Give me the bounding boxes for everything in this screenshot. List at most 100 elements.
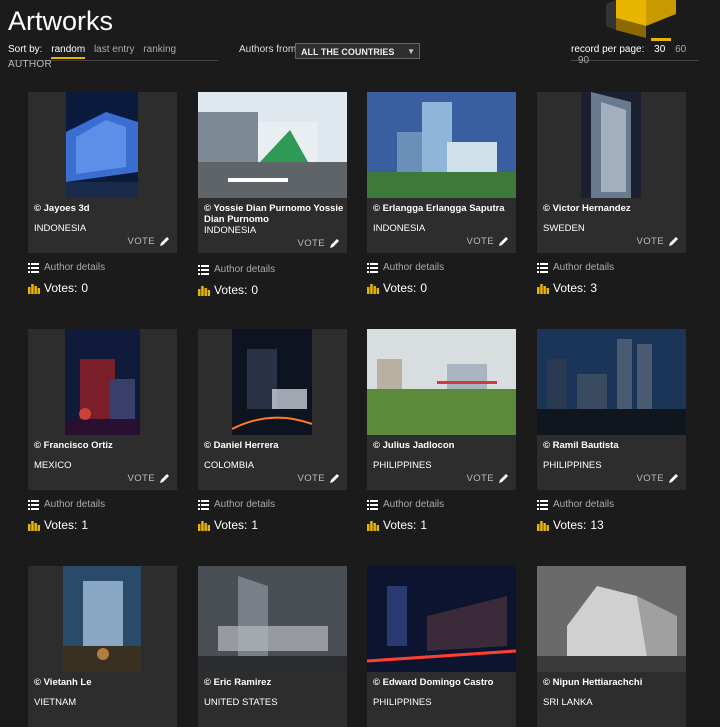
author-details-link[interactable]: Author details (537, 262, 614, 273)
vote-label: VOTE (297, 237, 325, 249)
author-details-link[interactable]: Author details (198, 499, 275, 510)
artwork-country: UNITED STATES (204, 697, 278, 708)
artwork-card: © Nipun Hettiarachchi SRI LANKA (537, 566, 686, 727)
artwork-country: PHILIPPINES (373, 697, 432, 708)
vote-label: VOTE (127, 235, 155, 247)
author-details-link[interactable]: Author details (198, 264, 275, 275)
vote-button[interactable]: VOTE (298, 237, 341, 249)
records-option-30[interactable]: 30 (654, 44, 665, 55)
artwork-card: © Erlangga Erlangga Saputra INDONESIA VO… (367, 92, 516, 295)
list-icon (28, 500, 39, 510)
sort-option-last-entry[interactable]: last entry (94, 44, 135, 55)
votes-count: Votes: 13 (537, 518, 604, 532)
artwork-author[interactable]: © Jayoes 3d (34, 203, 174, 214)
vote-label: VOTE (466, 235, 494, 247)
pencil-icon (330, 239, 339, 248)
list-icon (367, 500, 378, 510)
vote-button[interactable]: VOTE (637, 472, 680, 484)
artwork-card: © Francisco Ortiz MEXICO VOTE Author det… (28, 329, 177, 532)
artwork-country: INDONESIA (34, 223, 87, 234)
bar-chart-icon (28, 283, 40, 294)
artwork-image[interactable] (537, 329, 686, 435)
vote-button[interactable]: VOTE (128, 235, 171, 247)
pencil-icon (160, 474, 169, 483)
artwork-country: INDONESIA (204, 225, 257, 236)
bar-chart-icon (198, 520, 210, 531)
bar-chart-icon (537, 283, 549, 294)
artwork-country: INDONESIA (373, 223, 426, 234)
pencil-icon (330, 474, 339, 483)
artwork-author[interactable]: © Erlangga Erlangga Saputra (373, 203, 513, 214)
votes-prefix: Votes: (383, 281, 417, 295)
artwork-image[interactable] (537, 566, 686, 672)
vote-button[interactable]: VOTE (467, 472, 510, 484)
records-option-90[interactable]: 90 (578, 55, 589, 66)
votes-value: 0 (251, 283, 259, 297)
artwork-author[interactable]: © Vietanh Le (34, 677, 174, 688)
page-title: Artworks (8, 6, 114, 36)
artwork-country: PHILIPPINES (373, 460, 432, 471)
artwork-author[interactable]: © Francisco Ortiz (34, 440, 174, 451)
artwork-image[interactable] (65, 329, 140, 435)
artwork-author[interactable]: © Eric Ramirez (204, 677, 344, 688)
bar-chart-icon (537, 520, 549, 531)
author-details-label: Author details (44, 262, 106, 273)
artwork-card: © Julius Jadlocon PHILIPPINES VOTE Autho… (367, 329, 516, 532)
sort-option-random[interactable]: random (51, 44, 86, 59)
records-label: record per page: (571, 44, 645, 55)
artwork-author[interactable]: © Nipun Hettiarachchi (543, 677, 683, 688)
artwork-card: © Vietanh Le VIETNAM (28, 566, 177, 727)
artwork-image[interactable] (198, 92, 347, 198)
vote-label: VOTE (636, 472, 664, 484)
artwork-image[interactable] (232, 329, 312, 435)
sort-option-author[interactable]: AUTHOR (8, 59, 52, 70)
artwork-image[interactable] (198, 566, 347, 672)
votes-count: Votes: 0 (28, 281, 88, 295)
author-details-link[interactable]: Author details (367, 499, 444, 510)
sort-option-ranking[interactable]: ranking (143, 44, 176, 55)
artwork-image[interactable] (367, 92, 516, 198)
chevron-down-icon: ▼ (407, 47, 415, 56)
vote-button[interactable]: VOTE (298, 472, 341, 484)
author-details-label: Author details (553, 262, 615, 273)
author-details-link[interactable]: Author details (28, 499, 105, 510)
artwork-image[interactable] (66, 92, 138, 198)
vote-button[interactable]: VOTE (128, 472, 171, 484)
votes-count: Votes: 1 (28, 518, 88, 532)
votes-value: 1 (251, 518, 259, 532)
artwork-author[interactable]: © Ramil Bautista (543, 440, 683, 451)
artwork-country: COLOMBIA (204, 460, 255, 471)
artwork-author[interactable]: © Edward Domingo Castro (373, 677, 513, 688)
artwork-image[interactable] (581, 92, 641, 198)
artwork-card: © Edward Domingo Castro PHILIPPINES (367, 566, 516, 727)
votes-prefix: Votes: (553, 518, 587, 532)
vote-label: VOTE (127, 472, 155, 484)
vote-button[interactable]: VOTE (467, 235, 510, 247)
artwork-author[interactable]: © Victor Hernandez (543, 203, 683, 214)
votes-value: 1 (420, 518, 428, 532)
country-select[interactable]: ALL THE COUNTRIES ▼ (295, 43, 420, 59)
records-per-page: record per page: 30 60 90 (571, 44, 699, 66)
bar-chart-icon (367, 283, 379, 294)
artwork-author[interactable]: © Daniel Herrera (204, 440, 344, 451)
vote-label: VOTE (636, 235, 664, 247)
votes-value: 13 (590, 518, 604, 532)
author-details-label: Author details (44, 499, 106, 510)
artwork-author[interactable]: © Julius Jadlocon (373, 440, 513, 451)
artwork-image[interactable] (367, 329, 516, 435)
author-details-link[interactable]: Author details (537, 499, 614, 510)
vote-button[interactable]: VOTE (637, 235, 680, 247)
artwork-image[interactable] (367, 566, 516, 672)
bar-chart-icon (28, 520, 40, 531)
list-icon (367, 263, 378, 273)
records-option-60[interactable]: 60 (675, 44, 686, 55)
votes-value: 0 (420, 281, 428, 295)
author-details-link[interactable]: Author details (367, 262, 444, 273)
pencil-icon (499, 237, 508, 246)
votes-prefix: Votes: (214, 518, 248, 532)
votes-count: Votes: 1 (198, 518, 258, 532)
author-details-link[interactable]: Author details (28, 262, 105, 273)
artwork-author[interactable]: © Yossie Dian Purnomo Yossie Dian Purnom… (204, 203, 344, 225)
artwork-country: PHILIPPINES (543, 460, 602, 471)
artwork-image[interactable] (63, 566, 141, 672)
